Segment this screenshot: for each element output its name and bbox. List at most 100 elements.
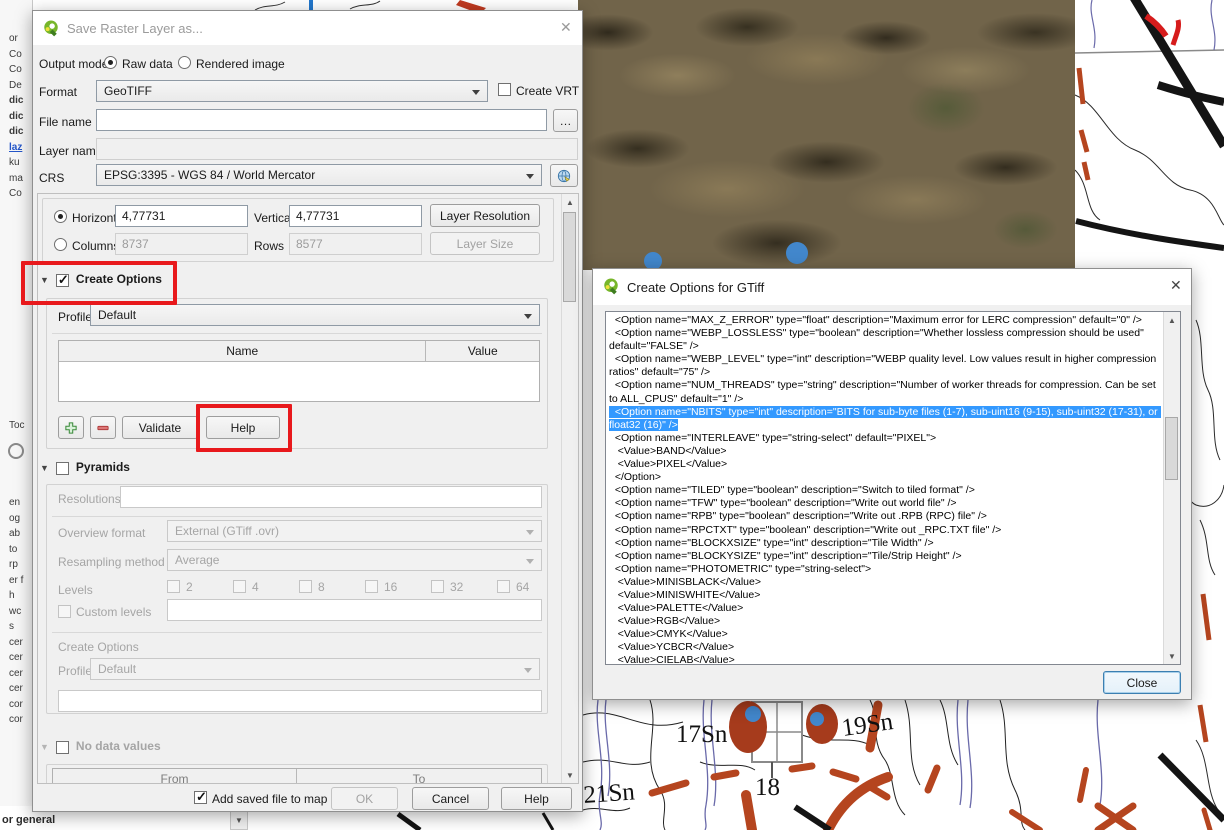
layer-panel-item[interactable]: ku xyxy=(0,157,32,173)
level-label: 64 xyxy=(516,580,529,594)
layer-panel-item[interactable]: cer xyxy=(0,637,32,653)
horizontal-resolution-input[interactable] xyxy=(115,205,248,227)
remove-option-button[interactable] xyxy=(90,416,116,439)
layer-panel-item[interactable]: en xyxy=(0,497,32,513)
columns-radio[interactable] xyxy=(54,238,67,251)
no-data-checkbox[interactable] xyxy=(56,741,69,754)
layer-panel-item[interactable]: s xyxy=(0,621,32,637)
custom-levels-label: Custom levels xyxy=(76,605,151,619)
vertical-resolution-input[interactable] xyxy=(289,205,422,227)
layer-panel-item[interactable]: cer xyxy=(0,683,32,699)
scrollbar-thumb[interactable] xyxy=(563,212,576,302)
add-option-button[interactable] xyxy=(58,416,84,439)
layer-panel-item[interactable]: Toc xyxy=(0,420,32,436)
gtiff-options-textarea[interactable]: <Option name="MAX_Z_ERROR" type="float" … xyxy=(605,311,1181,665)
create-options-table[interactable]: Name Value xyxy=(58,340,540,402)
layer-panel-item[interactable]: Co xyxy=(0,64,32,80)
gtiff-option-line: <Option name="MAX_Z_ERROR" type="float" … xyxy=(609,314,1166,327)
close-icon[interactable]: ✕ xyxy=(560,20,572,34)
raw-data-label[interactable]: Raw data xyxy=(122,57,173,71)
dialog-title: Create Options for GTiff xyxy=(627,280,764,295)
pyramids-section-header[interactable]: ▼ Pyramids xyxy=(40,460,130,476)
pyramids-header: Pyramids xyxy=(76,460,130,474)
pyramids-checkbox[interactable] xyxy=(56,462,69,475)
raw-data-radio[interactable] xyxy=(104,56,117,69)
horizontal-radio[interactable] xyxy=(54,210,67,223)
collapse-triangle-icon[interactable]: ▼ xyxy=(40,742,49,752)
deposit-marker xyxy=(729,701,767,753)
layer-panel-item[interactable]: ma xyxy=(0,173,32,189)
layer-panel-item[interactable]: wc xyxy=(0,606,32,622)
gtiff-option-line: <Option name="PHOTOMETRIC" type="string-… xyxy=(609,563,1166,576)
create-vrt-label[interactable]: Create VRT xyxy=(516,84,579,98)
gtiff-option-line: <Option name="INTERLEAVE" type="string-s… xyxy=(609,432,1166,445)
rendered-image-radio[interactable] xyxy=(178,56,191,69)
layer-panel-item[interactable]: or xyxy=(0,33,32,49)
layer-panel-item[interactable]: to xyxy=(0,544,32,560)
layer-panel-item[interactable]: dic xyxy=(0,126,32,142)
format-combobox[interactable]: GeoTIFF xyxy=(96,80,488,102)
layer-panel-item[interactable]: dic xyxy=(0,95,32,111)
layer-panel-item[interactable]: Co xyxy=(0,188,32,204)
minus-icon xyxy=(97,421,109,435)
dialog-scrollbar[interactable]: ▲ ▼ xyxy=(561,194,578,783)
crs-picker-button[interactable] xyxy=(550,164,578,187)
scroll-down-icon[interactable]: ▼ xyxy=(562,767,578,783)
scroll-up-icon[interactable]: ▲ xyxy=(1164,312,1180,328)
scrollbar-thumb[interactable] xyxy=(1165,417,1178,480)
overview-format-label: Overview format xyxy=(58,526,145,540)
create-vrt-checkbox[interactable] xyxy=(498,83,511,96)
qgis-layers-panel-sliver: orCoCoDedicdicdiclazkumaCo Toc enogabtor… xyxy=(0,0,33,830)
pyramids-options-input xyxy=(58,690,542,712)
browse-button[interactable]: … xyxy=(553,109,578,132)
close-icon[interactable]: ✕ xyxy=(1170,278,1182,292)
columns-label[interactable]: Columns xyxy=(72,239,119,253)
layer-panel-item[interactable]: h xyxy=(0,590,32,606)
to-column-header: To xyxy=(297,769,541,784)
pyramids-profile-combobox: Default xyxy=(90,658,540,680)
pyramid-level-option: 16 xyxy=(365,580,431,594)
gtiff-option-line: <Value>PIXEL</Value> xyxy=(609,458,1166,471)
help-button[interactable]: Help xyxy=(501,787,572,810)
no-data-section-header[interactable]: ▼ No data values xyxy=(40,739,161,755)
collapse-triangle-icon[interactable]: ▼ xyxy=(40,463,49,473)
close-button[interactable]: Close xyxy=(1103,671,1181,694)
add-saved-file-checkbox[interactable] xyxy=(194,791,207,804)
file-name-input[interactable] xyxy=(96,109,547,131)
pyramid-level-option: 32 xyxy=(431,580,497,594)
crs-combobox[interactable]: EPSG:3395 - WGS 84 / World Mercator xyxy=(96,164,542,186)
layer-panel-item[interactable]: laz xyxy=(0,142,32,158)
layer-panel-item[interactable]: Co xyxy=(0,49,32,65)
layer-panel-item[interactable]: cer xyxy=(0,652,32,668)
rows-input xyxy=(289,233,422,255)
layer-panel-item[interactable]: cor xyxy=(0,699,32,715)
level-checkbox xyxy=(365,580,378,593)
cancel-button[interactable]: Cancel xyxy=(412,787,489,810)
layer-panel-item[interactable]: cor xyxy=(0,714,32,730)
file-name-label: File name xyxy=(39,115,92,129)
layer-panel-item[interactable]: dic xyxy=(0,111,32,127)
layer-panel-item[interactable]: er f xyxy=(0,575,32,591)
dialog-titlebar[interactable]: Create Options for GTiff ✕ xyxy=(593,269,1191,305)
textarea-scrollbar[interactable]: ▲ ▼ xyxy=(1163,312,1180,664)
layer-panel-item[interactable]: ab xyxy=(0,528,32,544)
resolutions-input xyxy=(120,486,542,508)
scroll-down-icon[interactable]: ▼ xyxy=(230,810,248,830)
dialog-titlebar[interactable]: Save Raster Layer as... ✕ xyxy=(33,11,582,45)
deposit-marker xyxy=(806,704,838,744)
add-saved-file-label[interactable]: Add saved file to map xyxy=(212,792,327,806)
scroll-up-icon[interactable]: ▲ xyxy=(562,194,578,210)
overview-format-value: External (GTiff .ovr) xyxy=(175,524,279,538)
layer-panel-item[interactable]: De xyxy=(0,80,32,96)
levels-checkbox-row: 248163264 xyxy=(167,580,563,594)
layer-resolution-button[interactable]: Layer Resolution xyxy=(430,204,540,227)
layer-panel-item[interactable]: og xyxy=(0,513,32,529)
validate-button[interactable]: Validate xyxy=(122,416,198,439)
layer-panel-item[interactable]: rp xyxy=(0,559,32,575)
profile-combobox[interactable]: Default xyxy=(90,304,540,326)
level-label: 16 xyxy=(384,580,397,594)
rendered-image-label[interactable]: Rendered image xyxy=(196,57,285,71)
scroll-down-icon[interactable]: ▼ xyxy=(1164,648,1180,664)
layer-panel-item[interactable]: cer xyxy=(0,668,32,684)
level-label: 8 xyxy=(318,580,325,594)
